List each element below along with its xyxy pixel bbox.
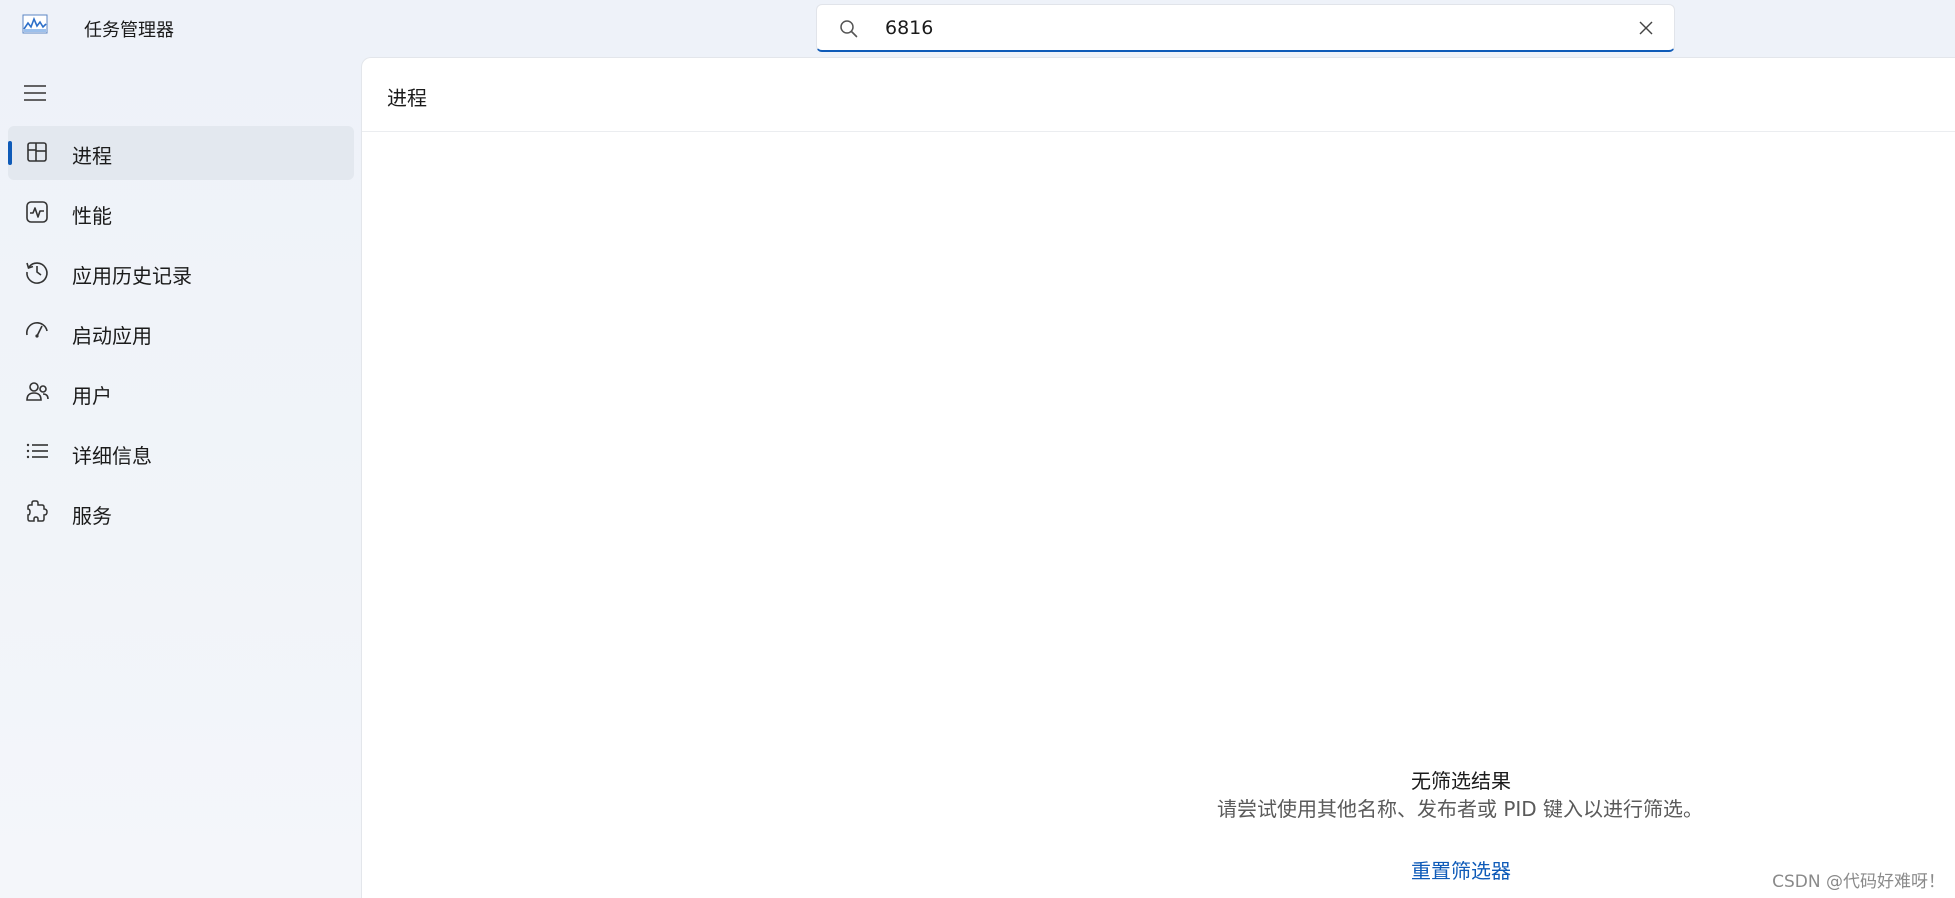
sidebar-item-startup-apps[interactable]: 启动应用: [8, 306, 354, 360]
sidebar-item-performance[interactable]: 性能: [8, 186, 354, 240]
task-manager-window: 任务管理器 6816 进程 性能 应用历史记录 启动应用 用户 详细信息 服务 …: [0, 0, 1955, 898]
sidebar-item-users[interactable]: 用户: [8, 366, 354, 420]
close-icon[interactable]: [1638, 20, 1654, 36]
watermark: CSDN @代码好难呀！: [1772, 872, 1945, 892]
sidebar-item-label: 应用历史记录: [72, 264, 192, 288]
sidebar-item-services[interactable]: 服务: [8, 486, 354, 540]
page-header: 进程: [362, 58, 1955, 132]
users-icon: [24, 379, 50, 405]
sidebar-item-label: 服务: [72, 504, 112, 528]
active-indicator: [8, 141, 12, 165]
main-panel: 进程 无筛选结果 请尝试使用其他名称、发布者或 PID 键入以进行筛选。 重置筛…: [361, 57, 1955, 898]
processes-icon: [24, 139, 50, 165]
activity-graph-icon: [22, 14, 48, 34]
sidebar-item-label: 用户: [72, 384, 112, 408]
search-input[interactable]: [885, 11, 1585, 45]
sidebar-item-processes[interactable]: 进程: [8, 126, 354, 180]
reset-filter-link[interactable]: 重置筛选器: [1411, 855, 1511, 884]
title-bar: 任务管理器: [0, 0, 1955, 56]
sidebar-item-label: 详细信息: [72, 444, 152, 468]
empty-state-title: 无筛选结果: [1411, 769, 1511, 793]
sidebar: 进程 性能 应用历史记录 启动应用 用户 详细信息 服务: [0, 56, 360, 898]
empty-state-description: 请尝试使用其他名称、发布者或 PID 键入以进行筛选。: [1216, 797, 1704, 821]
search-box[interactable]: [816, 4, 1675, 52]
sidebar-item-label: 性能: [72, 204, 112, 228]
sidebar-item-details[interactable]: 详细信息: [8, 426, 354, 480]
details-list-icon: [24, 439, 50, 465]
sidebar-item-label: 启动应用: [72, 324, 152, 348]
history-icon: [24, 259, 50, 285]
app-title: 任务管理器: [84, 20, 174, 41]
startup-icon: [24, 319, 50, 345]
search-icon: [839, 19, 859, 39]
hamburger-icon[interactable]: [22, 82, 48, 104]
nav-list: 进程 性能 应用历史记录 启动应用 用户 详细信息 服务: [0, 126, 360, 546]
sidebar-item-app-history[interactable]: 应用历史记录: [8, 246, 354, 300]
sidebar-item-label: 进程: [72, 144, 112, 168]
services-icon: [24, 499, 50, 525]
performance-icon: [24, 199, 50, 225]
page-title: 进程: [387, 86, 427, 110]
